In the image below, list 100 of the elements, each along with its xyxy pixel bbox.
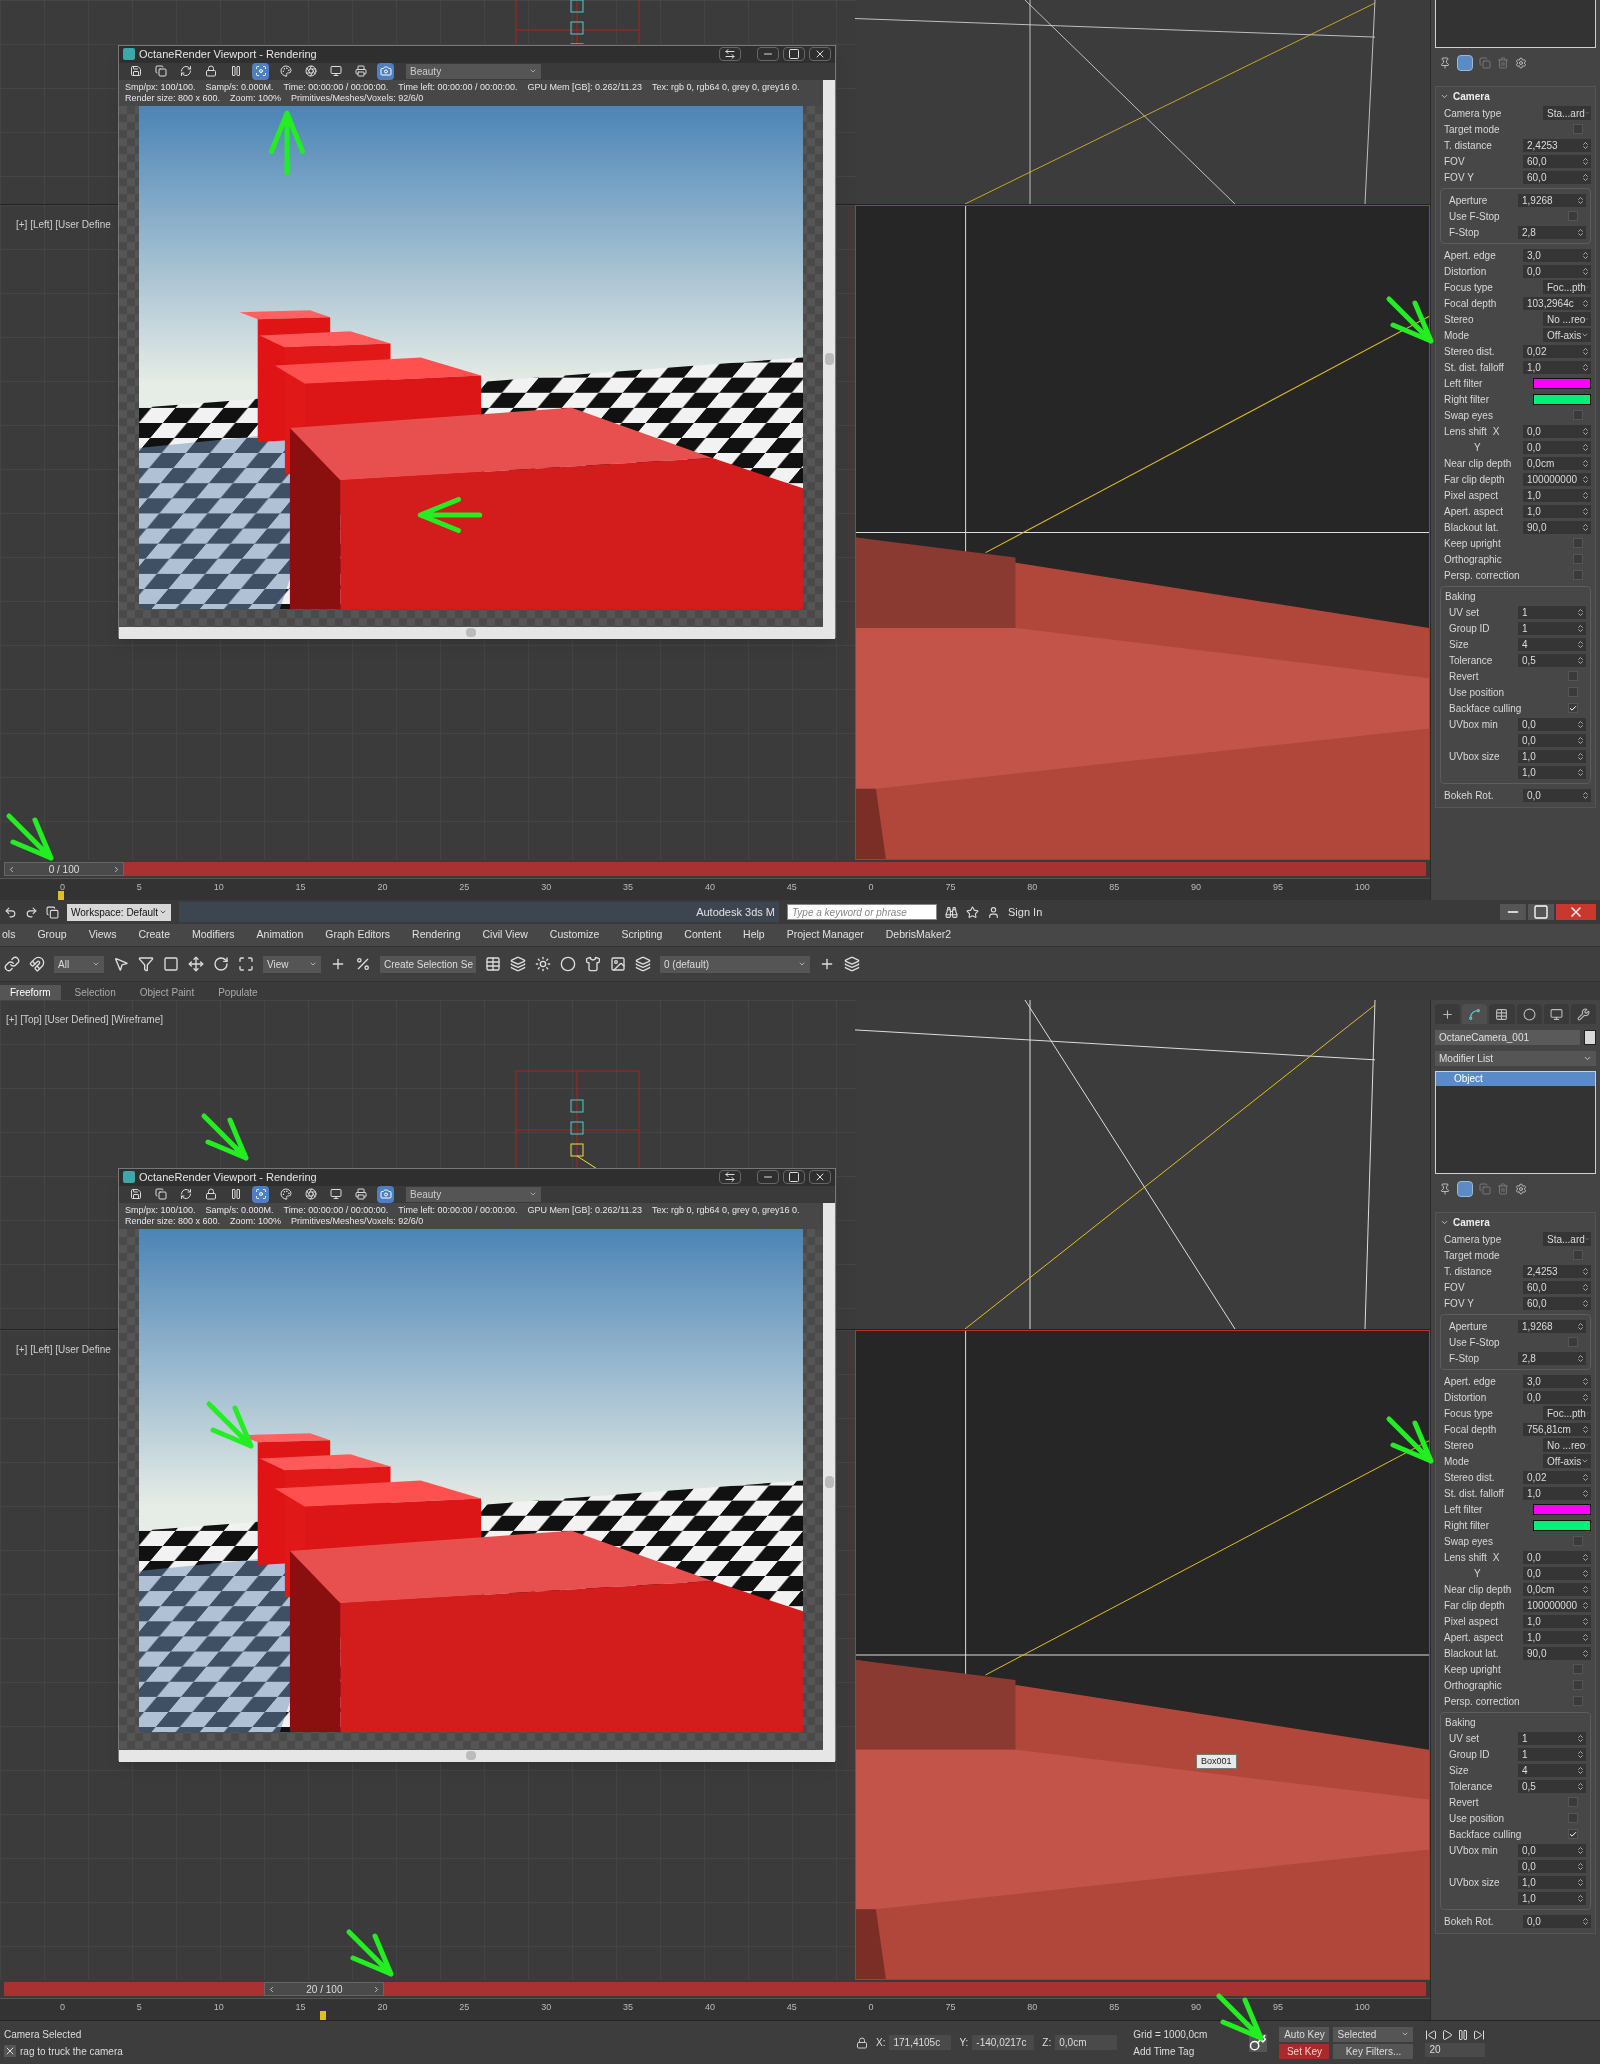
checkbox[interactable] [1573,1250,1583,1260]
spinner-field[interactable]: 0,0 [1523,424,1591,438]
spinner-arrows-icon[interactable] [1576,655,1585,665]
spinner-field[interactable]: 2,4253 [1523,1264,1591,1278]
spinner-field[interactable]: 0,0 [1523,1390,1591,1404]
spinner-arrows-icon[interactable] [1576,1845,1585,1855]
spinner-field[interactable]: 100000000 [1523,1598,1591,1612]
spinner-arrows-icon[interactable] [1581,1600,1590,1610]
spinner-field[interactable]: 3,0 [1523,248,1591,262]
spinner-arrows-icon[interactable] [1581,266,1590,276]
layers-icon[interactable] [635,956,651,972]
menu-item[interactable]: Animation [256,927,304,943]
maximize-icon[interactable] [783,47,805,62]
spinner-field[interactable]: 1,0 [1518,765,1586,779]
link-icon[interactable] [4,956,20,972]
spinner-field[interactable]: 1,0 [1518,1891,1586,1905]
show-result-toggle[interactable] [1457,55,1473,71]
render-toolbar-button[interactable] [277,1185,294,1203]
object-name-field[interactable]: OctaneCamera_001 [1435,1030,1580,1045]
spinner-field[interactable]: 100000000 [1523,472,1591,486]
spinner-field[interactable]: 1,0 [1523,1486,1591,1500]
spinner-field[interactable]: 2,8 [1518,225,1586,239]
percent-snap-icon[interactable] [355,956,371,972]
checkbox[interactable] [1568,1829,1578,1839]
spinner-arrows-icon[interactable] [1581,172,1590,182]
ribbon-tab[interactable]: Populate [208,985,268,1000]
dropdown[interactable]: Sta...ard [1543,1232,1591,1246]
spinner-arrows-icon[interactable] [1581,426,1590,436]
close-icon[interactable] [1556,904,1596,920]
menu-item[interactable]: DebrisMaker2 [885,927,952,943]
checkbox[interactable] [1573,538,1583,548]
named-selection-dropdown[interactable]: Create Selection Se [380,955,476,973]
spinner-arrows-icon[interactable] [1581,1488,1590,1498]
spinner-field[interactable]: 60,0 [1523,154,1591,168]
spinner-field[interactable]: 1,0 [1523,1614,1591,1628]
spinner-field[interactable]: 4 [1518,1763,1586,1777]
rollout-title[interactable]: Camera [1453,1214,1490,1230]
menu-item[interactable]: Content [684,927,722,943]
rollout-title[interactable]: Camera [1453,88,1490,104]
menu-item[interactable]: Rendering [412,927,461,943]
spinner-arrows-icon[interactable] [1581,156,1590,166]
spinner-arrows-icon[interactable] [1576,1877,1585,1887]
menu-item[interactable]: Help [743,927,765,943]
redo-icon[interactable] [25,905,38,919]
checkbox[interactable] [1568,1337,1578,1347]
spinner-field[interactable]: 0,0 [1523,788,1591,802]
spinner-field[interactable]: 1,0 [1523,488,1591,502]
spinner-arrows-icon[interactable] [1576,623,1585,633]
spinner-field[interactable]: 0,0 [1518,1859,1586,1873]
spinner-arrows-icon[interactable] [1581,298,1590,308]
spinner-arrows-icon[interactable] [1581,1392,1590,1402]
spinner-arrows-icon[interactable] [1581,1424,1590,1434]
spinner-arrows-icon[interactable] [1576,1765,1585,1775]
spinner-field[interactable]: 1,0 [1518,749,1586,763]
checkbox[interactable] [1573,410,1583,420]
table-icon[interactable] [485,956,501,972]
spinner-arrows-icon[interactable] [1576,1749,1585,1759]
spinner-field[interactable]: 2,4253 [1523,138,1591,152]
spinner-field[interactable]: 0,0 [1523,1566,1591,1580]
dropdown[interactable]: Sta...ard [1543,106,1591,120]
spinner-arrows-icon[interactable] [1576,1861,1585,1871]
region-select-icon[interactable] [163,956,179,972]
checkbox[interactable] [1573,554,1583,564]
spinner-field[interactable]: 1,0 [1523,504,1591,518]
minimize-icon[interactable] [1500,904,1526,920]
vertical-scrollbar[interactable] [823,79,835,639]
add-time-tag-button[interactable]: Add Time Tag [1133,2043,1208,2059]
sign-in-link[interactable]: Sign In [1008,903,1043,921]
modifier-list-dropdown[interactable]: Modifier List [1435,1051,1596,1066]
panel-tab[interactable] [1462,1004,1488,1024]
spinner-arrows-icon[interactable] [1581,474,1590,484]
spinner-field[interactable]: 1 [1518,1731,1586,1745]
dropdown[interactable]: Foc...pth [1543,280,1591,294]
checkbox[interactable] [1568,671,1578,681]
spinner-field[interactable]: 1 [1518,605,1586,619]
select-icon[interactable] [113,956,129,972]
checkbox[interactable] [1573,1680,1583,1690]
maximize-icon[interactable] [783,1170,805,1185]
time-slider-track[interactable]: 20 / 100 [4,1982,1426,1996]
show-result-toggle[interactable] [1457,1181,1473,1197]
panel-tab[interactable] [1489,1004,1515,1024]
settings-icon[interactable] [1515,1183,1527,1195]
spinner-arrows-icon[interactable] [1576,719,1585,729]
menu-item[interactable]: Views [88,927,117,943]
checkbox[interactable] [1568,211,1578,221]
star-icon[interactable] [966,905,979,919]
spinner-field[interactable]: 0,0cm [1523,1582,1591,1596]
menu-item[interactable]: Graph Editors [325,927,391,943]
menu-item[interactable]: Scripting [621,927,663,943]
spinner-field[interactable]: 1,0 [1523,360,1591,374]
render-toolbar-button[interactable] [277,62,294,80]
undo-icon[interactable] [4,905,17,919]
render-toolbar-button[interactable] [152,1185,169,1203]
key-mode-dropdown[interactable]: Selected [1333,2026,1414,2042]
spinner-arrows-icon[interactable] [1576,1781,1585,1791]
checkbox[interactable] [1568,703,1578,713]
spinner-arrows-icon[interactable] [1576,735,1585,745]
spinner-arrows-icon[interactable] [1576,1893,1585,1903]
color-swatch[interactable] [1533,1503,1591,1515]
spinner-field[interactable]: 0,0 [1523,1914,1591,1928]
